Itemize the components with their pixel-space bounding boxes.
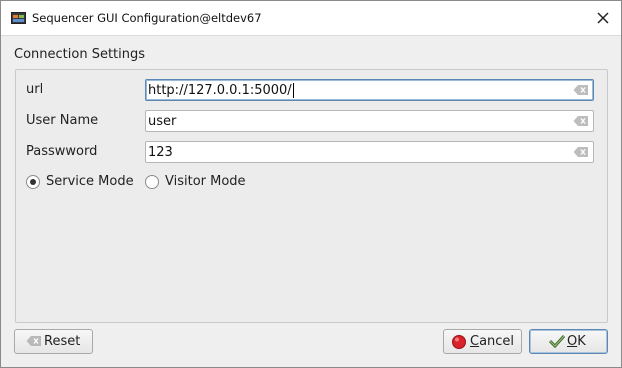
ok-label: OK bbox=[567, 334, 586, 349]
service-mode-radio[interactable] bbox=[26, 175, 40, 189]
password-label: Passwword bbox=[26, 144, 98, 159]
close-icon[interactable] bbox=[595, 10, 611, 26]
cancel-button[interactable]: Cancel bbox=[443, 329, 522, 354]
visitor-mode-radio[interactable] bbox=[145, 175, 159, 189]
reset-label: Reset bbox=[44, 334, 81, 349]
clear-text-icon[interactable] bbox=[573, 146, 589, 158]
username-field-box bbox=[145, 110, 594, 132]
connection-settings-group bbox=[15, 69, 608, 323]
cancel-icon bbox=[452, 335, 466, 349]
app-window-icon bbox=[11, 12, 26, 24]
cancel-label: Cancel bbox=[470, 334, 514, 349]
clear-text-icon[interactable] bbox=[573, 84, 589, 96]
ok-label-rest: K bbox=[577, 334, 586, 349]
text-caret bbox=[293, 83, 294, 98]
config-dialog: Sequencer GUI Configuration@eltdev67 Con… bbox=[0, 0, 622, 368]
reset-icon bbox=[26, 336, 41, 346]
reset-button[interactable]: Reset bbox=[14, 329, 93, 354]
password-field-box bbox=[145, 141, 594, 163]
clear-text-icon[interactable] bbox=[573, 115, 589, 127]
ok-check-icon bbox=[549, 334, 565, 348]
url-label: url bbox=[26, 82, 44, 97]
password-input[interactable] bbox=[148, 143, 568, 161]
url-input[interactable] bbox=[148, 81, 568, 99]
username-label: User Name bbox=[26, 113, 99, 128]
url-field-box bbox=[145, 79, 594, 101]
username-input[interactable] bbox=[148, 112, 568, 130]
group-title: Connection Settings bbox=[14, 47, 146, 62]
cancel-label-rest: ancel bbox=[479, 334, 515, 349]
visitor-mode-label: Visitor Mode bbox=[165, 174, 246, 189]
window-title: Sequencer GUI Configuration@eltdev67 bbox=[32, 11, 262, 25]
ok-mnemonic: O bbox=[567, 334, 578, 349]
cancel-mnemonic: C bbox=[470, 334, 480, 349]
title-bar: Sequencer GUI Configuration@eltdev67 bbox=[1, 1, 621, 36]
service-mode-label: Service Mode bbox=[46, 174, 134, 189]
ok-button[interactable]: OK bbox=[529, 329, 608, 354]
